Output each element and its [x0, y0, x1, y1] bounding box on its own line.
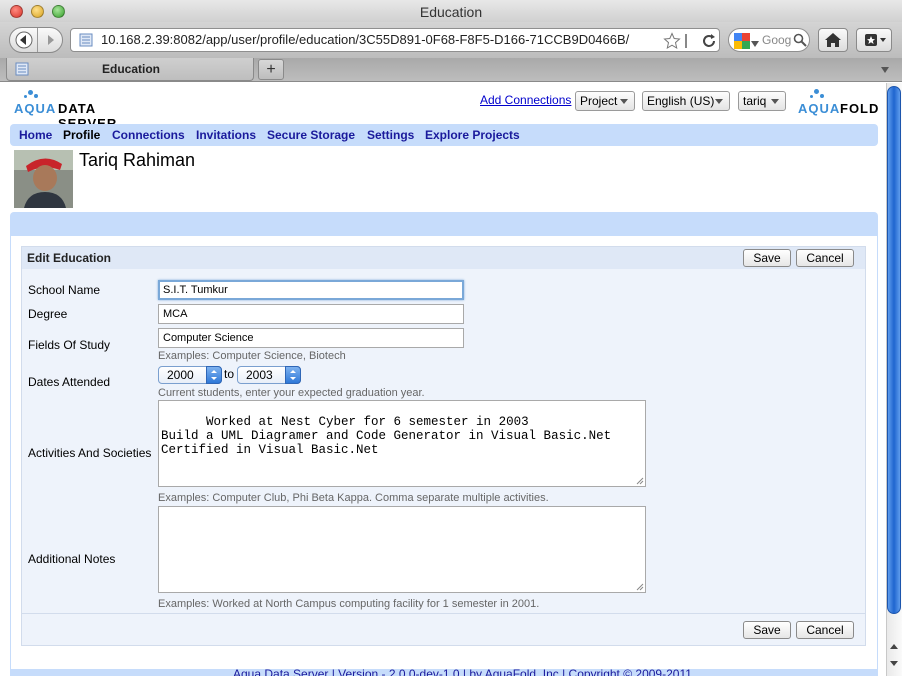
- new-tab-button[interactable]: +: [258, 59, 284, 80]
- back-arrow-icon[interactable]: [14, 31, 34, 49]
- forward-arrow-icon[interactable]: [41, 31, 61, 49]
- user-menu-select[interactable]: tariq: [738, 91, 786, 111]
- edit-education-form: Edit Education Save Cancel School Name S…: [21, 246, 866, 646]
- aqua-data-server-logo[interactable]: AQUA DATA SERVER: [14, 87, 159, 131]
- save-button[interactable]: Save: [743, 249, 791, 267]
- dates-attended-label: Dates Attended: [28, 375, 111, 389]
- scrollbar-thumb[interactable]: [887, 86, 901, 614]
- logo-text-aqua: AQUA: [798, 101, 841, 116]
- dates-attended-hint: Current students, enter your expected gr…: [158, 387, 425, 399]
- dates-attended-group: 2000 to 2003: [158, 366, 328, 384]
- activities-hint: Examples: Computer Club, Phi Beta Kappa.…: [158, 492, 549, 504]
- url-text[interactable]: 10.168.2.39:8082/app/user/profile/educat…: [101, 29, 661, 51]
- school-name-input[interactable]: S.I.T. Tumkur: [158, 280, 464, 300]
- aquafold-logo[interactable]: AQUA FOLD: [798, 87, 878, 119]
- year-to-value: 2003: [246, 368, 273, 382]
- cancel-button-bottom[interactable]: Cancel: [796, 621, 854, 639]
- google-icon[interactable]: [733, 32, 751, 50]
- activities-label: Activities And Societies: [28, 446, 152, 460]
- search-icon[interactable]: [793, 33, 807, 47]
- degree-input[interactable]: MCA: [158, 304, 464, 324]
- chevron-down-icon[interactable]: [880, 66, 890, 74]
- nav-settings[interactable]: Settings: [367, 124, 414, 146]
- reload-icon[interactable]: [701, 32, 717, 50]
- resize-grip-icon[interactable]: [636, 583, 644, 591]
- form-header: Edit Education Save Cancel: [22, 247, 865, 269]
- address-bar[interactable]: 10.168.2.39:8082/app/user/profile/educat…: [70, 28, 720, 52]
- fields-of-study-input[interactable]: Computer Science: [158, 328, 464, 348]
- project-select-value: Project: [580, 94, 618, 108]
- nav-profile[interactable]: Profile: [63, 124, 100, 146]
- year-to-select[interactable]: 2003: [237, 366, 301, 384]
- window-title: Education: [419, 4, 483, 20]
- page-options-icon[interactable]: [683, 32, 695, 50]
- school-name-label: School Name: [28, 283, 101, 297]
- chevron-down-icon: [620, 99, 628, 104]
- save-button-bottom[interactable]: Save: [743, 621, 791, 639]
- bookmark-star-icon[interactable]: [663, 32, 681, 50]
- add-connections-link[interactable]: Add Connections: [480, 93, 571, 107]
- tab-education[interactable]: Education: [6, 58, 254, 81]
- form-title: Edit Education: [27, 251, 111, 265]
- scroll-up-arrow-icon[interactable]: [887, 640, 901, 654]
- nav-explore-projects[interactable]: Explore Projects: [425, 124, 520, 146]
- form-divider: [22, 613, 865, 614]
- year-range-separator: to: [224, 367, 235, 381]
- profile-name: Tariq Rahiman: [79, 150, 196, 170]
- home-icon: [825, 33, 841, 47]
- language-select-value: English (US): [647, 94, 715, 108]
- logo-text-aqua: AQUA: [14, 101, 57, 116]
- tab-title: Education: [101, 62, 160, 76]
- history-buttons: [9, 27, 63, 53]
- search-bar[interactable]: Goog: [728, 28, 810, 52]
- close-window-button[interactable]: [10, 5, 23, 18]
- home-button[interactable]: [818, 28, 848, 52]
- footer-text[interactable]: Aqua Data Server | Version - 2.0.0-dev-1…: [233, 667, 692, 676]
- search-input[interactable]: Goog: [762, 29, 791, 51]
- activities-value: Worked at Nest Cyber for 6 semester in 2…: [161, 415, 612, 457]
- logo-text-fold: FOLD: [840, 101, 880, 116]
- nav-invitations[interactable]: Invitations: [196, 124, 256, 146]
- year-from-value: 2000: [167, 368, 194, 382]
- scroll-down-arrow-icon[interactable]: [887, 656, 901, 670]
- additional-notes-hint: Examples: Worked at North Campus computi…: [158, 598, 540, 610]
- chevron-down-icon: [771, 99, 779, 104]
- additional-notes-textarea[interactable]: [158, 506, 646, 593]
- nav-secure-storage[interactable]: Secure Storage: [267, 124, 355, 146]
- user-select-value: tariq: [743, 94, 767, 108]
- stepper-arrows-icon: [285, 366, 301, 384]
- additional-notes-label: Additional Notes: [28, 552, 116, 566]
- stepper-arrows-icon: [206, 366, 222, 384]
- fields-of-study-hint: Examples: Computer Science, Biotech: [158, 350, 346, 362]
- nav-home[interactable]: Home: [19, 124, 52, 146]
- minimize-window-button[interactable]: [31, 5, 44, 18]
- cancel-button[interactable]: Cancel: [796, 249, 854, 267]
- page-icon: [79, 33, 93, 47]
- fields-of-study-label: Fields Of Study: [28, 338, 111, 352]
- chevron-down-icon: [715, 99, 723, 104]
- section-header-bar: [10, 212, 878, 236]
- bookmarks-menu-button[interactable]: [856, 28, 892, 52]
- window-titlebar: Education: [0, 0, 902, 22]
- year-from-select[interactable]: 2000: [158, 366, 222, 384]
- avatar[interactable]: [14, 150, 73, 208]
- language-select[interactable]: English (US): [642, 91, 730, 111]
- nav-connections[interactable]: Connections: [112, 124, 185, 146]
- resize-grip-icon[interactable]: [636, 477, 644, 485]
- zoom-window-button[interactable]: [52, 5, 65, 18]
- project-select[interactable]: Project: [575, 91, 635, 111]
- page-content: AQUA DATA SERVER Add Connections Project…: [0, 83, 886, 676]
- activities-textarea[interactable]: Worked at Nest Cyber for 6 semester in 2…: [158, 400, 646, 487]
- chevron-down-icon[interactable]: [751, 41, 759, 47]
- avatar-photo: [14, 150, 73, 208]
- main-nav: Home Profile Connections Invitations Sec…: [10, 124, 878, 146]
- degree-label: Degree: [28, 307, 68, 321]
- bookmarks-icon: [865, 34, 886, 46]
